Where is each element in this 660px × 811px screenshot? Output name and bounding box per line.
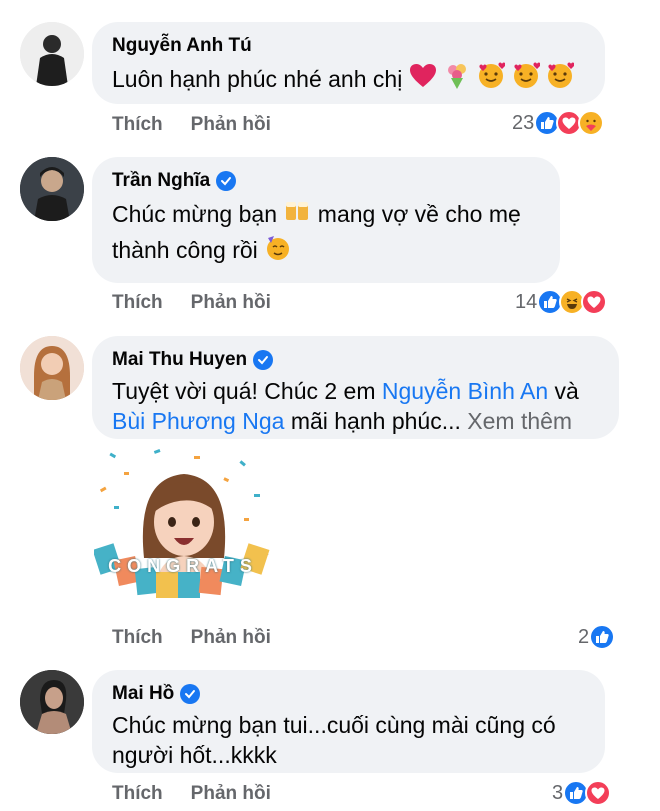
heart-icon: [409, 63, 437, 98]
reaction-summary[interactable]: 14: [515, 289, 608, 315]
like-button[interactable]: Thích: [112, 783, 163, 805]
comment-author[interactable]: Nguyễn Anh Tú: [112, 34, 585, 58]
sticker-text: CONGRATS: [108, 556, 258, 576]
see-more-link[interactable]: Xem thêm: [467, 408, 572, 434]
reply-button[interactable]: Phản hồi: [191, 114, 271, 136]
reply-button[interactable]: Phản hồi: [191, 783, 271, 805]
like-reaction-icon: [589, 624, 616, 650]
comment-actions: Thích Phản hồi: [112, 114, 271, 136]
verified-badge-icon: [180, 684, 201, 704]
beer-mugs-icon: [283, 198, 311, 233]
bouquet-icon: [443, 62, 471, 99]
reaction-summary[interactable]: 3: [552, 780, 612, 806]
love-reaction-icon: [581, 289, 608, 315]
reaction-summary[interactable]: 23: [512, 110, 605, 136]
comment-bubble: Trần Nghĩa Chúc mừng bạn mang vợ về cho …: [92, 157, 560, 283]
reply-button[interactable]: Phản hồi: [191, 292, 271, 314]
comment-author[interactable]: Mai Hồ: [112, 682, 585, 706]
comment-text: Chúc mừng bạn tui...cuối cùng mài cũng c…: [112, 712, 556, 768]
comment-actions: Thích Phản hồi: [112, 292, 271, 314]
mention-link[interactable]: Nguyễn Bình An: [382, 378, 548, 404]
comment-author[interactable]: Trần Nghĩa: [112, 169, 540, 193]
comment-actions: Thích Phản hồi: [112, 783, 271, 805]
smiling-hearts-icon: [477, 62, 507, 99]
reaction-count: 3: [552, 781, 564, 804]
comment-bubble: Mai Hồ Chúc mừng bạn tui...cuối cùng mài…: [92, 670, 605, 773]
smiling-hearts-icon: [512, 62, 541, 99]
comment-text: Tuyệt vời quá! Chúc 2 em Nguyễn Bình An …: [112, 378, 579, 434]
like-button[interactable]: Thích: [112, 292, 163, 314]
mention-link[interactable]: Bùi Phương Nga: [112, 408, 284, 434]
comment-text: Chúc mừng bạn mang vợ về cho mẹ thành cô…: [112, 197, 540, 271]
reaction-count: 14: [515, 290, 538, 313]
verified-badge-icon: [253, 350, 274, 370]
reaction-count: 23: [512, 111, 535, 134]
smiling-hearts-icon: [546, 62, 575, 99]
love-reaction-icon: [585, 780, 612, 806]
comment-text: Luôn hạnh phúc nhé anh chị: [112, 62, 585, 99]
verified-badge-icon: [216, 171, 237, 191]
reaction-summary[interactable]: 2: [578, 624, 616, 650]
comment-bubble: Nguyễn Anh Tú Luôn hạnh phúc nhé anh chị: [92, 22, 605, 104]
reaction-count: 2: [578, 625, 590, 648]
like-button[interactable]: Thích: [112, 627, 163, 649]
reply-button[interactable]: Phản hồi: [191, 627, 271, 649]
care-reaction-icon: [578, 110, 605, 136]
comment-actions: Thích Phản hồi: [112, 627, 271, 649]
congrats-sticker[interactable]: CONGRATS: [92, 448, 272, 620]
avatar[interactable]: [20, 157, 84, 221]
avatar[interactable]: [20, 22, 84, 86]
like-button[interactable]: Thích: [112, 114, 163, 136]
partying-face-icon: [264, 234, 292, 271]
avatar[interactable]: [20, 670, 84, 734]
comment-bubble: Mai Thu Huyen Tuyệt vời quá! Chúc 2 em N…: [92, 336, 619, 439]
avatar[interactable]: [20, 336, 84, 400]
comment-author[interactable]: Mai Thu Huyen: [112, 348, 599, 372]
